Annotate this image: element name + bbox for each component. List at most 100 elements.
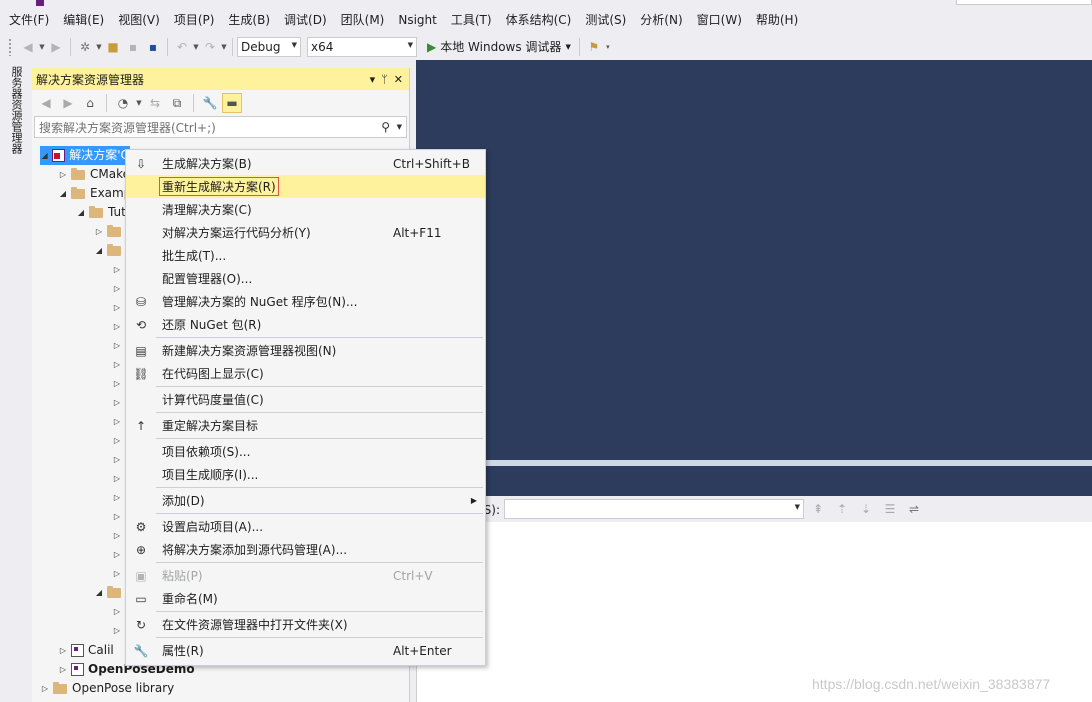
word-wrap-icon[interactable]: ⇌ xyxy=(904,499,924,519)
collapse-all-icon[interactable]: ⧉ xyxy=(167,93,187,113)
context-menu-item[interactable]: ⚙ 设置启动项目(A)... xyxy=(126,515,485,538)
clear-all-icon[interactable]: ☰ xyxy=(880,499,900,519)
output-source-select[interactable]: ▼ xyxy=(504,499,805,519)
expand-icon[interactable]: ▷ xyxy=(112,374,122,393)
solution-node[interactable]: ◢ 解决方案'O xyxy=(40,146,130,165)
context-menu-item[interactable]: 批生成(T)... xyxy=(126,244,485,267)
forward-icon[interactable]: ▶ xyxy=(58,93,78,113)
properties-icon[interactable]: 🔧 xyxy=(200,93,220,113)
search-options-icon[interactable]: ▼ xyxy=(397,123,402,131)
previous-message-icon[interactable]: ⇡ xyxy=(832,499,852,519)
solution-platform-select[interactable]: x64 ▼ xyxy=(307,36,417,57)
tree-item[interactable]: ▷ OpenPose library xyxy=(40,679,174,698)
expand-icon[interactable]: ▷ xyxy=(112,336,122,355)
home-icon[interactable]: ⌂ xyxy=(80,93,100,113)
context-menu-item[interactable]: 添加(D) ▶ xyxy=(126,489,485,512)
toolbar-overflow-icon[interactable]: ▾ xyxy=(604,43,612,51)
expand-icon[interactable]: ▷ xyxy=(94,222,104,241)
menu-item[interactable]: 视图(V) xyxy=(111,9,167,31)
back-dropdown-icon[interactable]: ▼ xyxy=(38,43,46,51)
expand-icon[interactable]: ▷ xyxy=(112,355,122,374)
open-file-icon[interactable]: ■ xyxy=(103,37,123,57)
expand-icon[interactable]: ▷ xyxy=(112,450,122,469)
context-menu-item[interactable]: ⛁ 管理解决方案的 NuGet 程序包(N)... xyxy=(126,290,485,313)
context-menu-item[interactable]: 项目依赖项(S)... xyxy=(126,440,485,463)
menu-item[interactable]: 体系结构(C) xyxy=(499,9,579,31)
pin-icon[interactable]: ᛘ xyxy=(381,73,388,86)
context-menu-item[interactable]: ⟲ 还原 NuGet 包(R) xyxy=(126,313,485,336)
search-icon[interactable]: ⚲ xyxy=(381,120,390,134)
back-icon[interactable]: ◀ xyxy=(18,37,38,57)
menu-item[interactable]: 生成(B) xyxy=(221,9,277,31)
collapse-icon[interactable]: ◢ xyxy=(76,203,86,222)
back-icon[interactable]: ◀ xyxy=(36,93,56,113)
new-project-dropdown-icon[interactable]: ▼ xyxy=(95,43,103,51)
expand-icon[interactable]: ▷ xyxy=(112,298,122,317)
find-in-files-icon[interactable]: ⚑ xyxy=(584,37,604,57)
expand-icon[interactable]: ▷ xyxy=(58,641,68,660)
context-menu-item[interactable]: 配置管理器(O)... xyxy=(126,267,485,290)
expand-icon[interactable]: ▷ xyxy=(58,165,68,184)
next-message-icon[interactable]: ⇣ xyxy=(856,499,876,519)
forward-icon[interactable]: ▶ xyxy=(46,37,66,57)
context-menu-item[interactable]: ↻ 在文件资源管理器中打开文件夹(X) xyxy=(126,613,485,636)
expand-icon[interactable]: ▷ xyxy=(40,679,50,698)
context-menu-item[interactable]: 计算代码度量值(C) xyxy=(126,388,485,411)
save-icon[interactable]: ▪ xyxy=(123,37,143,57)
menu-item[interactable]: Nsight xyxy=(391,9,444,31)
redo-dropdown-icon[interactable]: ▼ xyxy=(220,43,228,51)
expand-icon[interactable]: ▷ xyxy=(112,317,122,336)
expand-icon[interactable]: ▷ xyxy=(112,621,122,640)
context-menu-item[interactable]: 项目生成顺序(I)... xyxy=(126,463,485,486)
context-menu-item[interactable]: ▤ 新建解决方案资源管理器视图(N) xyxy=(126,339,485,362)
collapse-icon[interactable]: ◢ xyxy=(94,241,104,260)
menu-item[interactable]: 文件(F) xyxy=(2,9,56,31)
close-icon[interactable]: ✕ xyxy=(394,73,403,86)
window-position-icon[interactable]: ▾ xyxy=(370,73,376,86)
solution-configuration-select[interactable]: Debug ▼ xyxy=(237,36,301,57)
expand-icon[interactable]: ▷ xyxy=(112,526,122,545)
undo-icon[interactable]: ↶ xyxy=(172,37,192,57)
toolbar-grip[interactable] xyxy=(8,37,12,56)
expand-icon[interactable]: ▷ xyxy=(112,260,122,279)
context-menu-item[interactable]: 重新生成解决方案(R) xyxy=(126,175,485,198)
start-debugging-button[interactable]: ▶ 本地 Windows 调试器 ▼ xyxy=(423,37,575,57)
menu-item[interactable]: 窗口(W) xyxy=(690,9,749,31)
tree-item[interactable]: ◢ Exampl xyxy=(58,184,135,203)
tree-item[interactable]: ▷ CMake xyxy=(58,165,130,184)
expand-icon[interactable]: ▷ xyxy=(112,564,122,583)
menu-item[interactable]: 编辑(E) xyxy=(56,9,111,31)
menu-item[interactable]: 调试(D) xyxy=(277,9,334,31)
redo-icon[interactable]: ↷ xyxy=(200,37,220,57)
expand-icon[interactable]: ▷ xyxy=(112,431,122,450)
menu-item[interactable]: 团队(M) xyxy=(334,9,392,31)
context-menu-item[interactable]: 清理解决方案(C) xyxy=(126,198,485,221)
context-menu-item[interactable]: ⛓ 在代码图上显示(C) xyxy=(126,362,485,385)
expand-icon[interactable]: ▷ xyxy=(112,469,122,488)
menu-item[interactable]: 项目(P) xyxy=(167,9,222,31)
context-menu-item[interactable]: ⊕ 将解决方案添加到源代码管理(A)... xyxy=(126,538,485,561)
find-message-icon[interactable]: ⇞ xyxy=(808,499,828,519)
context-menu-item[interactable]: 对解决方案运行代码分析(Y) Alt+F11 xyxy=(126,221,485,244)
preview-selected-icon[interactable]: ▬ xyxy=(222,93,242,113)
sync-icon[interactable]: ⇆ xyxy=(145,93,165,113)
context-menu-item[interactable]: ⇩ 生成解决方案(B) Ctrl+Shift+B xyxy=(126,152,485,175)
filter-dropdown-icon[interactable]: ▼ xyxy=(135,99,143,107)
menu-item[interactable]: 分析(N) xyxy=(633,9,689,31)
expand-icon[interactable]: ▷ xyxy=(112,279,122,298)
collapse-icon[interactable]: ◢ xyxy=(94,583,104,602)
collapse-icon[interactable]: ◢ xyxy=(40,146,49,165)
quick-launch-input[interactable] xyxy=(956,0,1092,5)
context-menu-item[interactable]: ↑ 重定解决方案目标 xyxy=(126,414,485,437)
expand-icon[interactable]: ▷ xyxy=(112,488,122,507)
pending-changes-filter-icon[interactable]: ◔ xyxy=(113,93,133,113)
solution-explorer-search[interactable]: 搜索解决方案资源管理器(Ctrl+;) ⚲ ▼ xyxy=(34,116,407,138)
expand-icon[interactable]: ▷ xyxy=(112,393,122,412)
menu-item[interactable]: 测试(S) xyxy=(578,9,633,31)
server-explorer-tab[interactable]: 服务器资源管理器 xyxy=(8,66,24,154)
expand-icon[interactable]: ▷ xyxy=(112,602,122,621)
expand-icon[interactable]: ▷ xyxy=(112,507,122,526)
menu-item[interactable]: 工具(T) xyxy=(444,9,499,31)
undo-dropdown-icon[interactable]: ▼ xyxy=(192,43,200,51)
collapse-icon[interactable]: ◢ xyxy=(58,184,68,203)
